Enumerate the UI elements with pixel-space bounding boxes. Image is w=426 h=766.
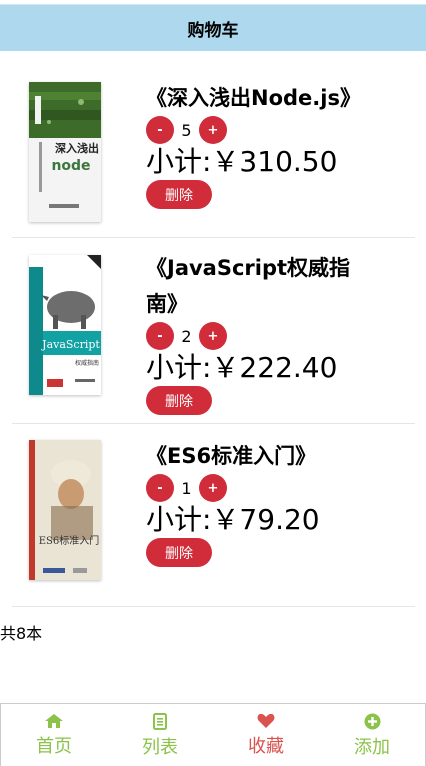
home-icon: [45, 714, 63, 728]
increase-button[interactable]: +: [199, 474, 227, 502]
tab-label: 首页: [36, 736, 72, 757]
heart-icon: [257, 713, 275, 728]
tab-home[interactable]: 首页: [1, 704, 107, 766]
tab-label: 列表: [142, 737, 178, 758]
decrease-button[interactable]: -: [146, 474, 174, 502]
bottom-tab-bar: 首页 列表 收藏 添加: [0, 703, 426, 766]
book-title: 《ES6标准入门》: [146, 444, 317, 468]
quantity-value: 2: [181, 326, 192, 346]
delete-button[interactable]: 删除: [146, 538, 212, 567]
tab-add[interactable]: 添加: [319, 704, 425, 766]
tab-favorites[interactable]: 收藏: [213, 704, 319, 766]
page-title: 购物车: [187, 20, 239, 41]
cart-item: JavaScript 权威指南 《JavaScript权威指南》 - 2 + 小…: [12, 238, 415, 424]
subtotal: 小计:￥79.20: [146, 503, 320, 536]
tab-list[interactable]: 列表: [107, 704, 213, 766]
delete-button[interactable]: 删除: [146, 386, 212, 415]
decrease-button[interactable]: -: [146, 116, 174, 144]
book-cover-image: JavaScript 权威指南: [29, 255, 101, 395]
subtotal: 小计:￥310.50: [146, 145, 338, 178]
quantity-stepper: - 1 +: [146, 474, 376, 502]
decrease-button[interactable]: -: [146, 322, 174, 350]
book-title: 《JavaScript权威指南》: [146, 256, 351, 316]
list-icon: [153, 713, 167, 730]
cover-subtitle: node: [51, 158, 90, 174]
subtotal: 小计:￥222.40: [146, 351, 338, 384]
quantity-value: 5: [181, 120, 192, 140]
increase-button[interactable]: +: [199, 322, 227, 350]
cart-item: ES6标准入门 《ES6标准入门》 - 1 + 小计:￥79.20 删除: [12, 424, 415, 607]
delete-button[interactable]: 删除: [146, 180, 212, 209]
book-title: 《深入浅出Node.js》: [146, 86, 361, 110]
quantity-stepper: - 5 +: [146, 116, 376, 144]
quantity-value: 1: [181, 478, 192, 498]
book-cover-image: 深入浅出 node: [29, 82, 101, 222]
total-count: 共8本: [0, 624, 43, 643]
header: 购物车: [0, 4, 426, 51]
tab-label: 添加: [354, 737, 390, 758]
cover-title: 深入浅出: [55, 141, 99, 155]
cover-title: ES6标准入门: [39, 534, 100, 547]
cart-item: 深入浅出 node 《深入浅出Node.js》 - 5 + 小计:￥310.50…: [12, 52, 415, 238]
increase-button[interactable]: +: [199, 116, 227, 144]
plus-circle-icon: [364, 713, 380, 730]
cover-subtitle: 权威指南: [75, 359, 99, 367]
tab-label: 收藏: [248, 736, 284, 757]
cover-title: JavaScript: [41, 338, 100, 351]
cart-list: 深入浅出 node 《深入浅出Node.js》 - 5 + 小计:￥310.50…: [0, 52, 426, 607]
item-info: 《ES6标准入门》 - 1 + 小计:￥79.20 删除: [146, 438, 376, 567]
item-info: 《JavaScript权威指南》 - 2 + 小计:￥222.40 删除: [146, 250, 376, 415]
cart-page: 购物车 深入浅出 node 《深入浅出Node.js》 - 5 + 小计:￥31…: [0, 0, 426, 766]
book-cover-image: ES6标准入门: [29, 440, 101, 580]
quantity-stepper: - 2 +: [146, 322, 376, 350]
item-info: 《深入浅出Node.js》 - 5 + 小计:￥310.50 删除: [146, 80, 376, 209]
